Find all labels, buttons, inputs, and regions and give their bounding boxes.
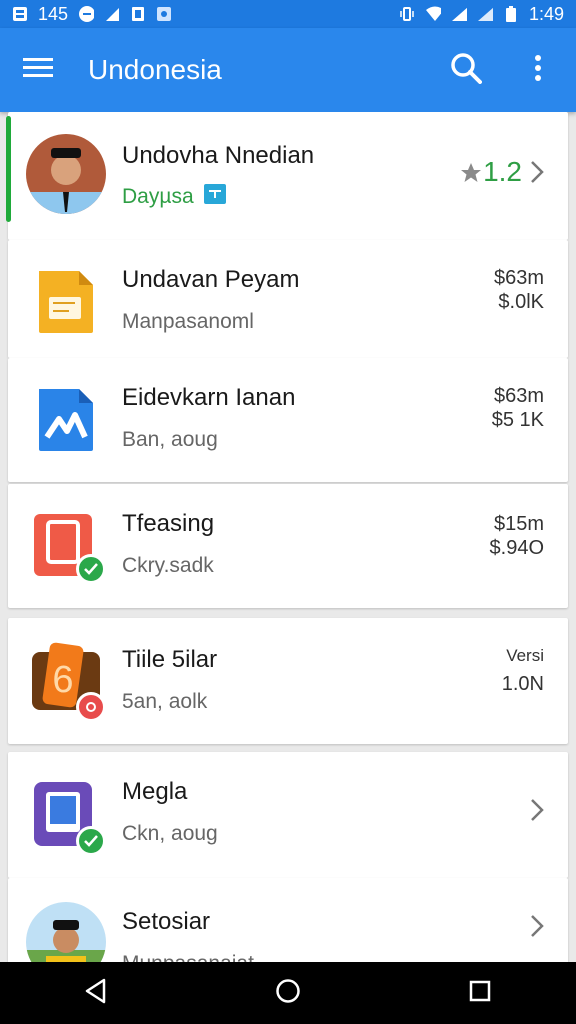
item-title: Tiile 5ilar — [122, 646, 218, 673]
search-icon — [450, 52, 482, 89]
back-button[interactable] — [66, 968, 126, 1018]
recents-button[interactable] — [450, 968, 510, 1018]
home-button[interactable] — [258, 968, 318, 1018]
chevron-right-icon — [530, 914, 550, 942]
app-bar: Undonesia — [0, 28, 576, 112]
menu-icon — [23, 57, 53, 84]
list-item[interactable]: Tfeasing Ckry.sadk $15m $.94O — [8, 484, 568, 608]
phone-app-icon — [26, 504, 106, 584]
chevron-right-icon — [530, 160, 550, 188]
page-title: Undonesia — [88, 54, 222, 85]
item-subtitle: Ckn, aoug — [122, 822, 218, 845]
item-subtitle: Munpasanaiat — [122, 952, 254, 962]
installed-check-icon — [76, 826, 106, 856]
item-subtitle: Dayµsa — [122, 184, 194, 208]
list-item[interactable]: Setosiar Munpasanaiat — [8, 878, 568, 962]
document-app-icon — [26, 380, 106, 460]
item-title: Megla — [122, 778, 188, 805]
sim-icon — [12, 6, 28, 22]
status-bar: 145 1:49 — [0, 0, 576, 28]
signal-triangle-icon — [104, 6, 120, 22]
more-vert-icon — [533, 54, 543, 87]
item-subtitle: 5an, aolk — [122, 690, 208, 713]
price-primary: $15m — [493, 513, 544, 535]
app-list: Undovha Nnedian Dayµsa 1.2 Undavan Peyam… — [0, 112, 576, 962]
price-primary: $63m — [493, 385, 544, 407]
search-button[interactable] — [442, 46, 490, 94]
game-icon-number: 6 — [52, 659, 73, 701]
item-subtitle: Ckry.sadk — [122, 554, 214, 577]
doc-app-icon — [26, 262, 106, 342]
battery-icon — [503, 6, 519, 22]
status-time: 1:49 — [528, 3, 564, 24]
item-title: Eidevkarn Ianan — [122, 384, 296, 411]
list-item[interactable]: Undovha Nnedian Dayµsa 1.2 — [6, 112, 568, 240]
game-app-icon: 6 — [26, 640, 106, 722]
star-icon — [460, 162, 482, 189]
item-title: Setosiar — [122, 908, 211, 935]
more-options-button[interactable] — [514, 46, 562, 94]
version-label: Versi — [506, 646, 544, 665]
avatar — [26, 134, 106, 214]
price-secondary: $5 1K — [491, 409, 544, 431]
rating-value: 1.2 — [483, 156, 522, 187]
item-title: Undovha Nnedian — [122, 142, 315, 169]
price-primary: $63m — [493, 267, 544, 289]
menu-button[interactable] — [22, 46, 54, 94]
price-secondary: $.0lK — [498, 291, 544, 313]
verified-badge-icon — [203, 184, 226, 209]
list-item[interactable]: 6 Tiile 5ilar 5an, aolk Versi 1.0N — [8, 618, 568, 744]
list-item[interactable]: Megla Ckn, aoug — [8, 752, 568, 878]
price-secondary: $.94O — [489, 537, 544, 559]
back-icon — [84, 978, 108, 1009]
list-item[interactable]: Undavan Peyam Manpasanoml $63m $.0lK — [8, 240, 568, 358]
cell-signal-icon — [451, 6, 467, 22]
home-icon — [275, 978, 301, 1009]
installed-check-icon — [76, 554, 106, 584]
version-value: 1.0N — [501, 673, 544, 695]
item-subtitle: Manpasanoml — [122, 310, 254, 333]
tablet-app-icon — [26, 776, 106, 856]
item-title: Undavan Peyam — [122, 266, 300, 293]
recents-icon — [468, 979, 492, 1008]
item-subtitle: Ban, aoug — [122, 428, 218, 451]
photo-icon — [156, 6, 172, 22]
cell-signal-2-icon — [477, 6, 493, 22]
avatar — [26, 902, 106, 962]
update-badge-icon — [76, 692, 106, 722]
messenger-icon — [78, 6, 95, 22]
item-title: Tfeasing — [122, 510, 215, 537]
system-nav-bar — [0, 962, 576, 1024]
status-left-text: 145 — [38, 3, 69, 24]
list-item[interactable]: Eidevkarn Ianan Ban, aoug $63m $5 1K — [8, 358, 568, 482]
selected-indicator — [6, 116, 11, 222]
wifi-icon — [425, 6, 441, 22]
chevron-right-icon — [530, 798, 550, 826]
clipboard-icon — [130, 6, 146, 22]
vibrate-icon — [399, 6, 415, 22]
